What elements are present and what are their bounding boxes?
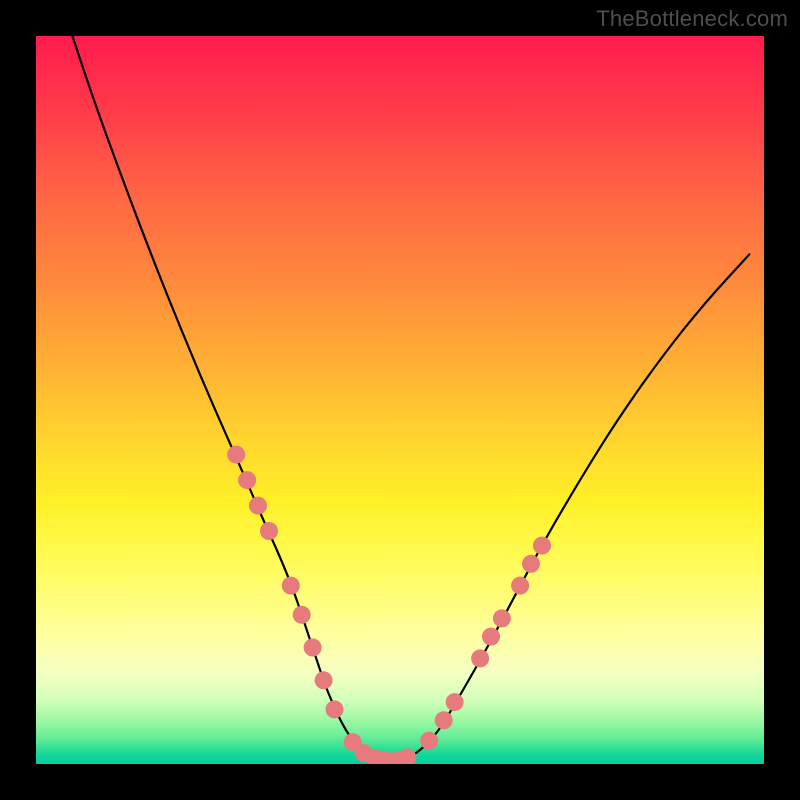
data-marker (238, 471, 256, 489)
data-marker (304, 639, 322, 657)
data-marker (227, 446, 245, 464)
data-marker (398, 748, 416, 764)
data-marker (282, 577, 300, 595)
data-marker (420, 732, 438, 750)
data-marker (326, 700, 344, 718)
data-marker (315, 671, 333, 689)
data-marker (446, 693, 464, 711)
marker-group (227, 446, 551, 764)
data-marker (511, 577, 529, 595)
plot-area (36, 36, 764, 764)
data-marker (471, 649, 489, 667)
data-marker (260, 522, 278, 540)
data-marker (482, 628, 500, 646)
data-marker (435, 711, 453, 729)
watermark-text: TheBottleneck.com (596, 6, 788, 32)
chart-frame: TheBottleneck.com (0, 0, 800, 800)
data-marker (493, 609, 511, 627)
data-marker (522, 555, 540, 573)
bottleneck-curve (72, 36, 749, 760)
data-marker (249, 497, 267, 515)
data-marker (293, 606, 311, 624)
chart-svg (36, 36, 764, 764)
data-marker (533, 537, 551, 555)
